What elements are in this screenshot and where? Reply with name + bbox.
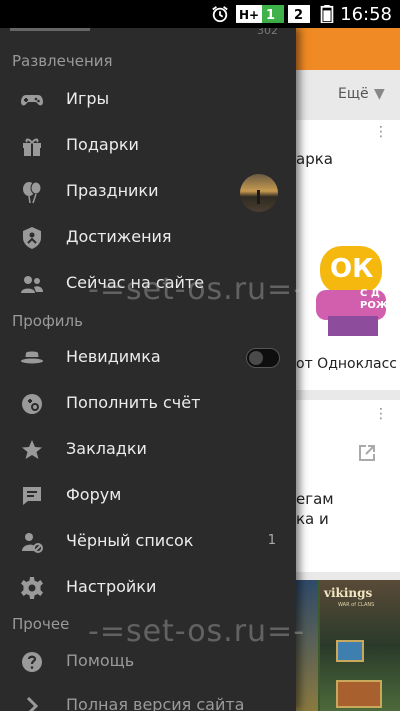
game-title: vikings (324, 586, 373, 600)
card-subtitle: от Однокласс (296, 356, 397, 372)
game-ad[interactable]: vikings WAR of CLANS (296, 580, 400, 711)
menu-item-label: Полная версия сайта (66, 695, 245, 711)
menu-item-blacklist[interactable]: Чёрный список 1 (0, 520, 296, 564)
section-profile: Профиль (12, 312, 83, 330)
external-link-icon[interactable] (358, 444, 376, 462)
blocked-user-icon (22, 533, 43, 553)
menu-item-settings[interactable]: Настройки (0, 566, 296, 610)
menu-item-label: Достижения (66, 227, 172, 246)
hat-icon (21, 351, 43, 364)
star-icon (22, 440, 42, 459)
card-text-line: ка и (296, 510, 329, 528)
invisible-toggle[interactable] (246, 348, 280, 368)
svg-text:H+: H+ (239, 8, 259, 22)
alarm-icon (212, 6, 228, 23)
navigation-drawer: 302 Развлечения Игры Подарки Праздники Д… (0, 28, 296, 711)
feed-card[interactable]: ⋮ арка ОК С Д РОЖ от Однокласс (296, 120, 400, 390)
coin-plus-icon (22, 394, 42, 414)
chevron-right-icon (26, 696, 39, 711)
svg-text:1: 1 (266, 8, 275, 23)
watermark: -=set-os.ru=- (88, 614, 306, 649)
menu-item-forum[interactable]: Форум (0, 474, 296, 518)
menu-item-invisible[interactable]: Невидимка (0, 336, 296, 380)
gift-icon (23, 138, 41, 156)
menu-item-full-version[interactable]: Полная версия сайта (0, 684, 296, 711)
feed-card[interactable]: ⋮ егам ка и (296, 400, 400, 572)
battery-icon (320, 5, 334, 23)
svg-text:2: 2 (294, 8, 303, 23)
menu-item-holidays[interactable]: Праздники (0, 170, 296, 214)
menu-item-achievements[interactable]: Достижения (0, 216, 296, 260)
menu-item-label: Праздники (66, 181, 159, 200)
card-text-line: егам (296, 490, 334, 508)
background-feed: Ещё ▼ ⋮ арка ОК С Д РОЖ от Однокласс ⋮ е… (296, 28, 400, 711)
clock: 16:58 (340, 4, 392, 25)
chevron-down-icon[interactable]: ▼ (374, 86, 385, 102)
overflow-menu-icon[interactable]: ⋮ (374, 406, 388, 422)
menu-item-label: Подарки (66, 135, 139, 154)
overflow-menu-icon[interactable]: ⋮ (374, 124, 388, 140)
menu-item-label: Настройки (66, 577, 157, 596)
menu-item-label: Невидимка (66, 347, 161, 366)
blacklist-count: 1 (267, 533, 276, 548)
cupcake-image: ОК С Д РОЖ (314, 216, 398, 336)
menu-item-label: Помощь (66, 651, 135, 670)
menu-item-label: Игры (66, 89, 110, 108)
app-toolbar (296, 28, 400, 70)
menu-item-label: Форум (66, 485, 122, 504)
people-icon (21, 276, 43, 293)
menu-item-gifts[interactable]: Подарки (0, 124, 296, 168)
forum-icon (23, 487, 41, 505)
balloons-icon (23, 181, 42, 204)
menu-item-label: Чёрный список (66, 531, 194, 550)
help-icon (22, 652, 42, 672)
menu-item-games[interactable]: Игры (0, 78, 296, 122)
signal-icon: 1 (262, 5, 284, 23)
more-label[interactable]: Ещё (338, 86, 369, 102)
menu-item-label: Пополнить счёт (66, 393, 201, 412)
drawer-top-partial: 302 (0, 28, 296, 40)
gamepad-icon (21, 95, 43, 106)
menu-item-bookmarks[interactable]: Закладки (0, 428, 296, 472)
sim2-network-icon: 2 (288, 5, 310, 23)
card-title: арка (296, 150, 333, 168)
toggle-knob (249, 351, 263, 365)
hplus-network-icon: H+ (236, 5, 262, 23)
achievement-badge-icon (23, 227, 41, 249)
watermark: -=set-os.ru=- (88, 272, 306, 307)
section-entertainment: Развлечения (12, 52, 113, 70)
menu-item-label: Закладки (66, 439, 147, 458)
status-bar: H+ 1 2 16:58 (0, 0, 400, 28)
menu-item-top-up[interactable]: Пополнить счёт (0, 382, 296, 426)
avatar[interactable] (240, 174, 278, 212)
gear-icon (21, 577, 43, 599)
section-other: Прочее (12, 615, 70, 633)
